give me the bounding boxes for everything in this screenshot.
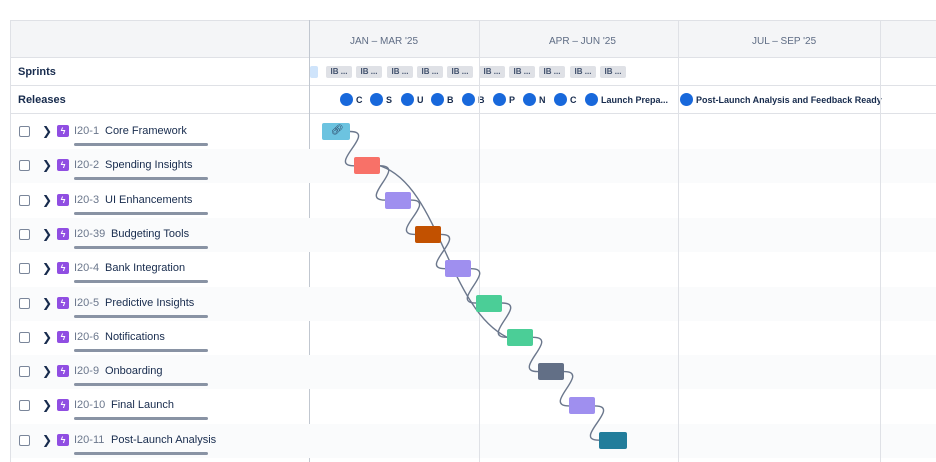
progress-bar	[74, 451, 208, 455]
issue-key[interactable]: I20-3	[74, 194, 99, 207]
progress-bar	[74, 245, 208, 249]
issue-key[interactable]: I20-4	[74, 262, 99, 275]
chevron-right-icon[interactable]: ❯	[42, 227, 54, 241]
issue-title[interactable]: Bank Integration	[105, 262, 185, 275]
lightning-icon: ϟ	[57, 193, 69, 206]
lightning-icon: ϟ	[57, 262, 69, 275]
chevron-right-icon[interactable]: ❯	[42, 330, 54, 344]
issue-title[interactable]: Notifications	[105, 331, 165, 344]
issue-key[interactable]: I20-9	[74, 365, 99, 378]
progress-bar	[74, 417, 208, 421]
issue-key[interactable]: I20-2	[74, 159, 99, 172]
progress-bar	[74, 383, 208, 387]
lightning-icon: ϟ	[57, 227, 69, 240]
issue-row[interactable]: ❯ ϟ I20-4 Bank Integration	[11, 252, 311, 286]
issue-row[interactable]: ❯ ϟ I20-2 Spending Insights	[11, 149, 311, 184]
issue-list-header	[11, 20, 309, 58]
row-checkbox[interactable]	[19, 160, 30, 172]
issue-row[interactable]: ❯ ϟ I20-6 Notifications	[11, 321, 311, 355]
progress-bar	[74, 314, 208, 318]
timeline-bar[interactable]	[476, 294, 502, 312]
timeline-bar[interactable]: 🔗︎	[322, 123, 350, 140]
issue-row[interactable]: ❯ ϟ I20-10 Final Launch	[11, 389, 311, 423]
row-checkbox[interactable]	[19, 434, 30, 446]
progress-bar	[74, 348, 208, 352]
issue-row[interactable]: ❯ ϟ I20-3 UI Enhancements	[11, 184, 311, 218]
issue-key[interactable]: I20-10	[74, 399, 105, 412]
timeline-view: Sprints Releases ❯ ϟ I20-1 Core Framework ❯ ϟ…	[0, 0, 936, 462]
sprints-row-label: Sprints	[11, 58, 309, 86]
timeline-bar[interactable]	[385, 191, 411, 209]
chevron-right-icon[interactable]: ❯	[42, 364, 54, 378]
issue-title[interactable]: Post-Launch Analysis	[111, 434, 216, 447]
chevron-right-icon[interactable]: ❯	[42, 296, 54, 310]
releases-row-label: Releases	[11, 86, 309, 114]
progress-bar	[74, 143, 208, 146]
chevron-right-icon[interactable]: ❯	[42, 433, 54, 447]
issue-key[interactable]: I20-11	[74, 434, 104, 447]
chevron-right-icon[interactable]: ❯	[42, 261, 54, 275]
chevron-right-icon[interactable]: ❯	[42, 398, 54, 412]
issue-row[interactable]: ❯ ϟ I20-9 Onboarding	[11, 355, 311, 390]
lightning-icon: ϟ	[57, 125, 69, 137]
timeline-bar[interactable]	[415, 225, 441, 243]
issue-row[interactable]: ❯ ϟ I20-1 Core Framework	[11, 115, 311, 149]
chevron-right-icon[interactable]: ❯	[42, 193, 54, 207]
issue-title[interactable]: UI Enhancements	[105, 194, 192, 207]
issue-key[interactable]: I20-5	[74, 297, 99, 310]
row-checkbox[interactable]	[19, 263, 30, 275]
row-checkbox[interactable]	[19, 228, 30, 240]
issue-title[interactable]: Final Launch	[111, 399, 174, 412]
lightning-icon: ϟ	[57, 433, 69, 446]
timeline-bar[interactable]	[445, 260, 471, 278]
lightning-icon: ϟ	[57, 159, 69, 172]
issue-key[interactable]: I20-6	[74, 331, 99, 344]
lightning-icon: ϟ	[57, 330, 69, 343]
issue-title[interactable]: Core Framework	[105, 125, 187, 138]
issue-list-panel: Sprints Releases ❯ ϟ I20-1 Core Framework ❯ ϟ…	[10, 20, 311, 462]
progress-bar	[74, 177, 208, 181]
issue-row[interactable]: ❯ ϟ I20-39 Budgeting Tools	[11, 217, 311, 252]
row-checkbox[interactable]	[19, 126, 30, 137]
lightning-icon: ϟ	[57, 365, 69, 378]
timeline-bar[interactable]	[569, 397, 595, 415]
issue-row[interactable]: ❯ ϟ I20-5 Predictive Insights	[11, 286, 311, 321]
timeline-bar[interactable]	[507, 328, 533, 346]
row-checkbox[interactable]	[19, 194, 30, 206]
timeline-bar[interactable]	[538, 363, 564, 381]
chevron-right-icon[interactable]: ❯	[42, 158, 54, 172]
lightning-icon: ϟ	[57, 399, 69, 412]
issue-title[interactable]: Onboarding	[105, 365, 163, 378]
chevron-right-icon[interactable]: ❯	[42, 124, 54, 138]
link-icon: 🔗︎	[331, 125, 344, 136]
issue-key[interactable]: I20-39	[74, 228, 105, 241]
timeline-bar[interactable]	[354, 157, 380, 175]
timeline-bar[interactable]	[599, 431, 627, 449]
row-checkbox[interactable]	[19, 297, 30, 309]
dependency-lines	[344, 130, 605, 441]
lightning-icon: ϟ	[57, 296, 69, 309]
issue-title[interactable]: Spending Insights	[105, 159, 192, 172]
issue-title[interactable]: Budgeting Tools	[111, 228, 189, 241]
issue-row[interactable]: ❯ ϟ I20-11 Post-Launch Analysis	[11, 423, 311, 458]
issue-title[interactable]: Predictive Insights	[105, 297, 194, 310]
issue-key[interactable]: I20-1	[74, 125, 99, 138]
row-checkbox[interactable]	[19, 400, 30, 412]
row-checkbox[interactable]	[19, 366, 30, 378]
row-checkbox[interactable]	[19, 331, 30, 343]
progress-bar	[74, 280, 208, 284]
progress-bar	[74, 211, 208, 215]
timeline-grid[interactable]: JAN – MAR '25 APR – JUN '25 JUL – SEP '2…	[310, 20, 936, 462]
